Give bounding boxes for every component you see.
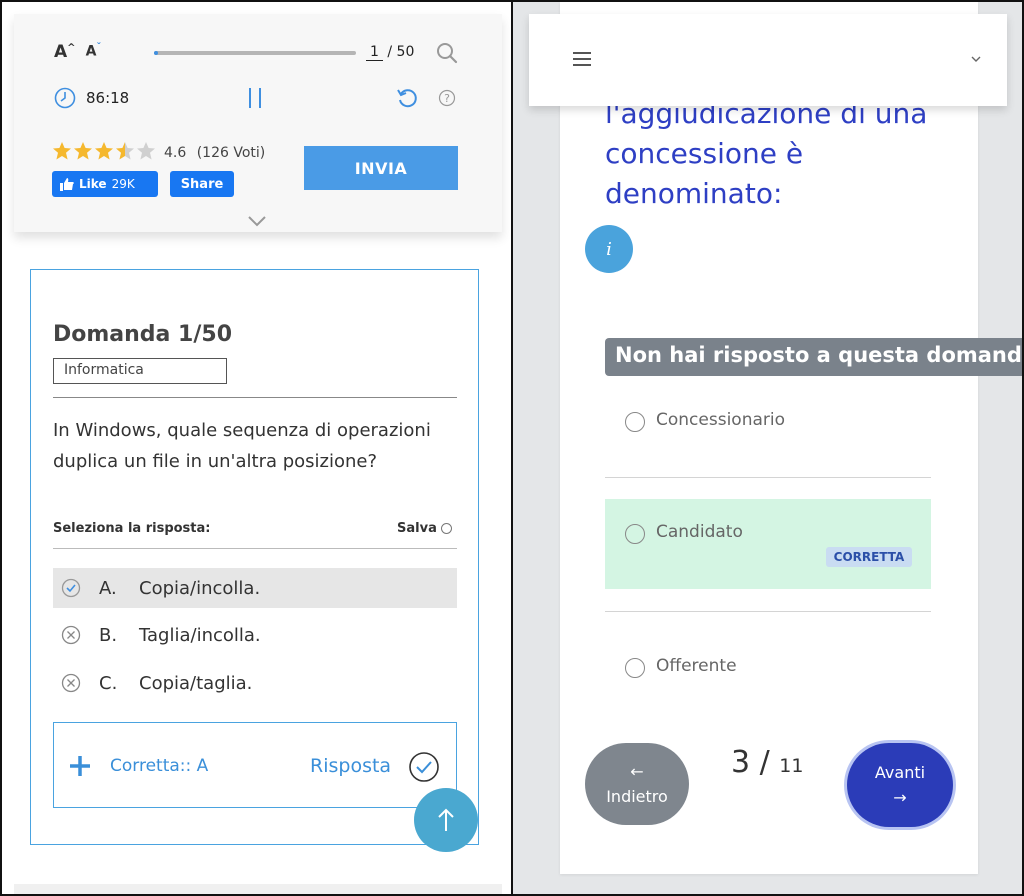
progress-fill	[154, 51, 159, 55]
option-text: Copia/taglia.	[139, 672, 253, 694]
option-text: Taglia/incolla.	[139, 624, 261, 646]
star-icon[interactable]	[73, 141, 93, 161]
star-icon[interactable]	[94, 141, 114, 161]
divider	[605, 611, 931, 612]
arrow-left-icon: ←	[630, 762, 644, 781]
rating-summary: 4.6 (126 Voti)	[164, 145, 265, 161]
check-circle-icon	[61, 578, 81, 598]
divider	[53, 548, 457, 549]
select-answer-label: Seleziona la risposta:	[53, 521, 211, 536]
submit-button[interactable]: INVIA	[304, 146, 458, 190]
divider	[53, 397, 457, 398]
font-size-controls: A^ Aˇ	[54, 42, 101, 62]
option-text: Offerente	[656, 656, 737, 676]
thumbs-up-icon	[60, 178, 74, 191]
save-label: Salva	[397, 521, 437, 536]
chevron-down-icon[interactable]	[969, 54, 983, 64]
question-card: Domanda 1/50 Informatica In Windows, qua…	[30, 269, 479, 845]
question-text: l'aggiudicazione di una concessione è de…	[605, 97, 928, 210]
info-button[interactable]: i	[585, 225, 633, 273]
page-number-input[interactable]: 1	[366, 44, 383, 61]
rating-votes: (126 Voti)	[196, 145, 266, 161]
answer-reveal-box[interactable]: Corretta:: A Risposta	[53, 722, 457, 808]
x-circle-icon	[61, 673, 81, 693]
caret-up-icon: ^	[67, 42, 76, 54]
save-toggle[interactable]: Salva	[397, 521, 452, 536]
answer-option-c[interactable]: C. Copia/taglia.	[53, 663, 457, 703]
left-quiz-panel: A^ Aˇ 1 / 50 86:18 ? 4.6 (126 Voti) Like…	[2, 2, 511, 894]
correct-badge: CORRETTA	[826, 547, 912, 567]
font-increase-label: A	[54, 42, 68, 62]
right-quiz-panel: l'aggiudicazione di una concessione è de…	[513, 2, 1022, 894]
page-total: / 50	[387, 44, 415, 60]
option-letter: B.	[99, 624, 118, 646]
font-decrease-button[interactable]: Aˇ	[86, 42, 102, 62]
star-icon[interactable]	[52, 141, 72, 161]
question-counter: 3 / 11	[731, 745, 803, 780]
unanswered-banner: Non hai risposto a questa domanda	[605, 338, 1022, 376]
back-button[interactable]: ← Indietro	[585, 743, 689, 825]
chevron-down-icon[interactable]	[246, 214, 268, 228]
radio-icon[interactable]	[625, 412, 645, 432]
category-tag: Informatica	[53, 358, 227, 384]
scroll-to-top-button[interactable]	[414, 788, 478, 852]
answer-label: Risposta	[310, 755, 392, 777]
facebook-like-button[interactable]: Like 29K	[52, 171, 158, 197]
font-decrease-label: A	[85, 43, 97, 60]
arrow-up-icon	[438, 808, 454, 831]
caret-down-icon: ˇ	[96, 42, 102, 53]
radio-icon[interactable]	[625, 658, 645, 678]
plus-icon[interactable]	[68, 754, 92, 778]
star-half-icon[interactable]	[115, 141, 135, 161]
undo-icon[interactable]	[396, 86, 420, 110]
question-title: Domanda 1/50	[53, 322, 233, 347]
star-empty-icon[interactable]	[136, 141, 156, 161]
x-circle-icon	[61, 625, 81, 645]
option-text: Concessionario	[656, 410, 785, 430]
save-radio-icon[interactable]	[440, 523, 452, 534]
check-circle-icon[interactable]	[408, 751, 440, 783]
pause-icon[interactable]	[247, 86, 263, 110]
option-letter: A.	[99, 577, 117, 599]
clock-icon	[54, 87, 76, 109]
counter-current: 3 /	[731, 745, 770, 780]
radio-icon[interactable]	[625, 524, 645, 544]
option-text: Candidato	[656, 522, 743, 542]
back-label: Indietro	[606, 787, 668, 806]
quiz-toolbar: A^ Aˇ 1 / 50 86:18 ? 4.6 (126 Voti) Like…	[14, 14, 502, 232]
correct-option-highlight	[605, 499, 931, 589]
footer-strip	[14, 884, 502, 894]
answer-option-a[interactable]: A. Copia/incolla.	[53, 568, 457, 608]
next-label: Avanti	[874, 763, 926, 782]
rating-stars[interactable]	[52, 141, 156, 161]
app-header	[529, 14, 1007, 106]
like-count: 29K	[111, 177, 135, 191]
hamburger-menu-icon[interactable]	[571, 50, 593, 68]
search-icon[interactable]	[436, 42, 458, 64]
progress-slider[interactable]	[154, 51, 356, 55]
like-label: Like	[79, 177, 107, 191]
arrow-right-icon: →	[893, 788, 907, 807]
divider	[605, 477, 931, 478]
help-icon[interactable]: ?	[438, 89, 456, 107]
svg-text:?: ?	[444, 92, 450, 105]
font-increase-button[interactable]: A^	[54, 42, 76, 62]
rating-score: 4.6	[164, 145, 187, 161]
facebook-share-button[interactable]: Share	[170, 171, 234, 197]
next-button[interactable]: Avanti →	[847, 743, 953, 827]
answer-option-b[interactable]: B. Taglia/incolla.	[53, 615, 457, 655]
option-letter: C.	[99, 672, 118, 694]
option-text: Copia/incolla.	[139, 577, 261, 599]
counter-total: 11	[779, 755, 804, 777]
correct-answer-text: Corretta:: A	[110, 756, 209, 776]
question-text: In Windows, quale sequenza di operazioni…	[53, 420, 431, 472]
timer-value: 86:18	[86, 89, 130, 107]
page-indicator: 1 / 50	[366, 44, 414, 61]
